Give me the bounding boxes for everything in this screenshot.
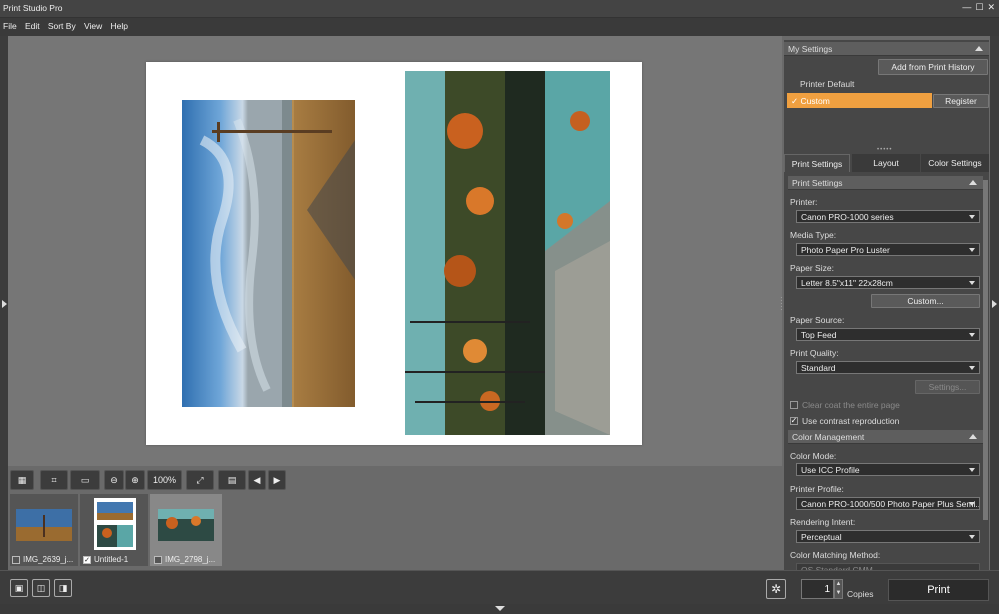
tab-print-settings[interactable]: Print Settings <box>784 154 850 172</box>
tab-color-settings[interactable]: Color Settings <box>921 154 989 172</box>
color-mode-label: Color Mode: <box>790 451 837 461</box>
preview-toolbar: ▦ ⌗ ▭ ⊖ ⊕ 100% ⤢ ▤ ◀ ▶ <box>8 470 308 492</box>
color-management-header[interactable]: Color Management <box>788 430 983 444</box>
color-matching-label: Color Matching Method: <box>790 550 881 560</box>
maximize-button[interactable]: ☐ <box>975 2 983 13</box>
settings-panel: My Settings Add from Print History Print… <box>784 40 989 604</box>
crop-icon-button[interactable]: ⌗ <box>40 470 68 490</box>
next-arrow-icon[interactable]: ▶ <box>268 470 286 490</box>
media-type-label: Media Type: <box>790 230 837 240</box>
menu-view[interactable]: View <box>81 18 105 31</box>
chevron-down-icon <box>969 366 975 370</box>
zoom-out-icon[interactable]: ⊖ <box>104 470 124 490</box>
color-mode-select[interactable]: Use ICC Profile <box>796 463 980 476</box>
thumbnail-label: IMG_2639_j... <box>23 555 74 564</box>
print-quality-select[interactable]: Standard <box>796 361 980 374</box>
preset-printer-default[interactable]: Printer Default <box>800 79 854 89</box>
fullscreen-icon-button[interactable]: ⤢ <box>186 470 214 490</box>
chevron-down-icon <box>969 502 975 506</box>
thumbnail-label: Untitled-1 <box>94 555 129 564</box>
zoom-level-select[interactable]: 100% <box>147 470 182 490</box>
chevron-down-icon <box>969 248 975 252</box>
chevron-down-icon <box>969 535 975 539</box>
thumbnail-checkbox[interactable]: ✓ <box>83 555 91 564</box>
paper-size-select[interactable]: Letter 8.5"x11" 22x28cm <box>796 276 980 289</box>
bottom-bar: ▣ ◫ ◨ ✲ 1 ▲ ▼ Copies Print <box>0 570 999 606</box>
my-settings-header[interactable]: My Settings <box>784 42 989 56</box>
minimize-button[interactable]: — <box>962 2 971 13</box>
chevron-down-icon <box>969 333 975 337</box>
chevron-down-icon <box>969 215 975 219</box>
thumbnail-item[interactable]: ✓ Untitled-1 <box>80 494 148 566</box>
clear-coat-checkbox[interactable]: Clear coat the entire page <box>790 400 900 410</box>
thumbnail-label: IMG_2798_j... <box>165 555 216 564</box>
print-button[interactable]: Print <box>888 579 989 601</box>
preset-custom[interactable]: ✓ Custom <box>787 93 932 108</box>
media-type-select[interactable]: Photo Paper Pro Luster <box>796 243 980 256</box>
chevron-down-icon <box>969 281 975 285</box>
register-button[interactable]: Register <box>933 94 989 108</box>
photo-road[interactable] <box>182 100 355 407</box>
expand-down-icon <box>495 606 505 611</box>
menu-sort-by[interactable]: Sort By <box>45 18 79 31</box>
printer-profile-label: Printer Profile: <box>790 484 844 494</box>
bottom-toggle[interactable] <box>0 604 999 614</box>
check-icon: ✓ <box>790 416 798 425</box>
copies-stepper[interactable]: ▲ ▼ <box>834 579 843 599</box>
quality-settings-button[interactable]: Settings... <box>915 380 980 394</box>
layout-icon-button[interactable]: ▦ <box>10 470 34 490</box>
left-panel-toggle[interactable] <box>0 36 8 604</box>
print-settings-header[interactable]: Print Settings <box>788 176 983 190</box>
settings-scrollbar[interactable] <box>983 180 988 520</box>
panel-splitter-handle[interactable]: · · · · · <box>780 294 783 314</box>
tab-layout[interactable]: Layout <box>852 154 920 172</box>
thumbnail-item[interactable]: IMG_2639_j... <box>10 494 78 566</box>
rendering-intent-select[interactable]: Perceptual <box>796 530 980 543</box>
thumbnail-checkbox[interactable] <box>12 555 20 564</box>
paper-source-label: Paper Source: <box>790 315 845 325</box>
menu-file[interactable]: File <box>0 18 20 31</box>
fit-icon-button[interactable]: ▭ <box>70 470 100 490</box>
right-panel-toggle[interactable] <box>990 36 999 604</box>
image-info-icon-button[interactable]: ▤ <box>218 470 246 490</box>
app-title: Print Studio Pro <box>3 3 63 13</box>
printer-select[interactable]: Canon PRO-1000 series <box>796 210 980 223</box>
view-split-icon[interactable]: ◫ <box>32 579 50 597</box>
copies-input[interactable]: 1 <box>801 579 834 599</box>
thumbnail-checkbox[interactable] <box>154 555 162 564</box>
gear-icon[interactable]: ✲ <box>766 579 786 599</box>
copies-label: Copies <box>847 589 874 599</box>
close-button[interactable]: ✕ <box>987 2 995 13</box>
print-quality-label: Print Quality: <box>790 348 839 358</box>
collapse-icon <box>969 434 977 439</box>
contrast-checkbox[interactable]: ✓ Use contrast reproduction <box>790 416 899 426</box>
menu-bar: File Edit Sort By View Help <box>0 18 999 36</box>
title-bar: Print Studio Pro — ☐ ✕ <box>0 0 999 18</box>
menu-edit[interactable]: Edit <box>22 18 43 31</box>
thumbnail-strip: IMG_2639_j... ✓ Untitled-1 IMG_2798_j... <box>8 494 782 566</box>
photo-forest[interactable] <box>405 71 610 435</box>
chevron-down-icon <box>969 468 975 472</box>
expand-left-icon <box>2 300 7 308</box>
splitter-handle[interactable]: ••••• <box>877 147 893 153</box>
add-from-print-history-button[interactable]: Add from Print History <box>878 59 988 75</box>
printer-label: Printer: <box>790 197 818 207</box>
collapse-icon <box>975 46 983 51</box>
zoom-in-icon[interactable]: ⊕ <box>125 470 145 490</box>
expand-right-icon <box>992 300 997 308</box>
custom-size-button[interactable]: Custom... <box>871 294 980 308</box>
menu-help[interactable]: Help <box>107 18 130 31</box>
view-single-icon[interactable]: ▣ <box>10 579 28 597</box>
paper-source-select[interactable]: Top Feed <box>796 328 980 341</box>
view-compare-icon[interactable]: ◨ <box>54 579 72 597</box>
collapse-icon <box>969 180 977 185</box>
prev-arrow-icon[interactable]: ◀ <box>248 470 266 490</box>
printer-profile-select[interactable]: Canon PRO-1000/500 Photo Paper Plus Semi… <box>796 497 980 510</box>
rendering-intent-label: Rendering Intent: <box>790 517 856 527</box>
paper-size-label: Paper Size: <box>790 263 834 273</box>
thumbnail-item[interactable]: IMG_2798_j... <box>150 494 222 566</box>
